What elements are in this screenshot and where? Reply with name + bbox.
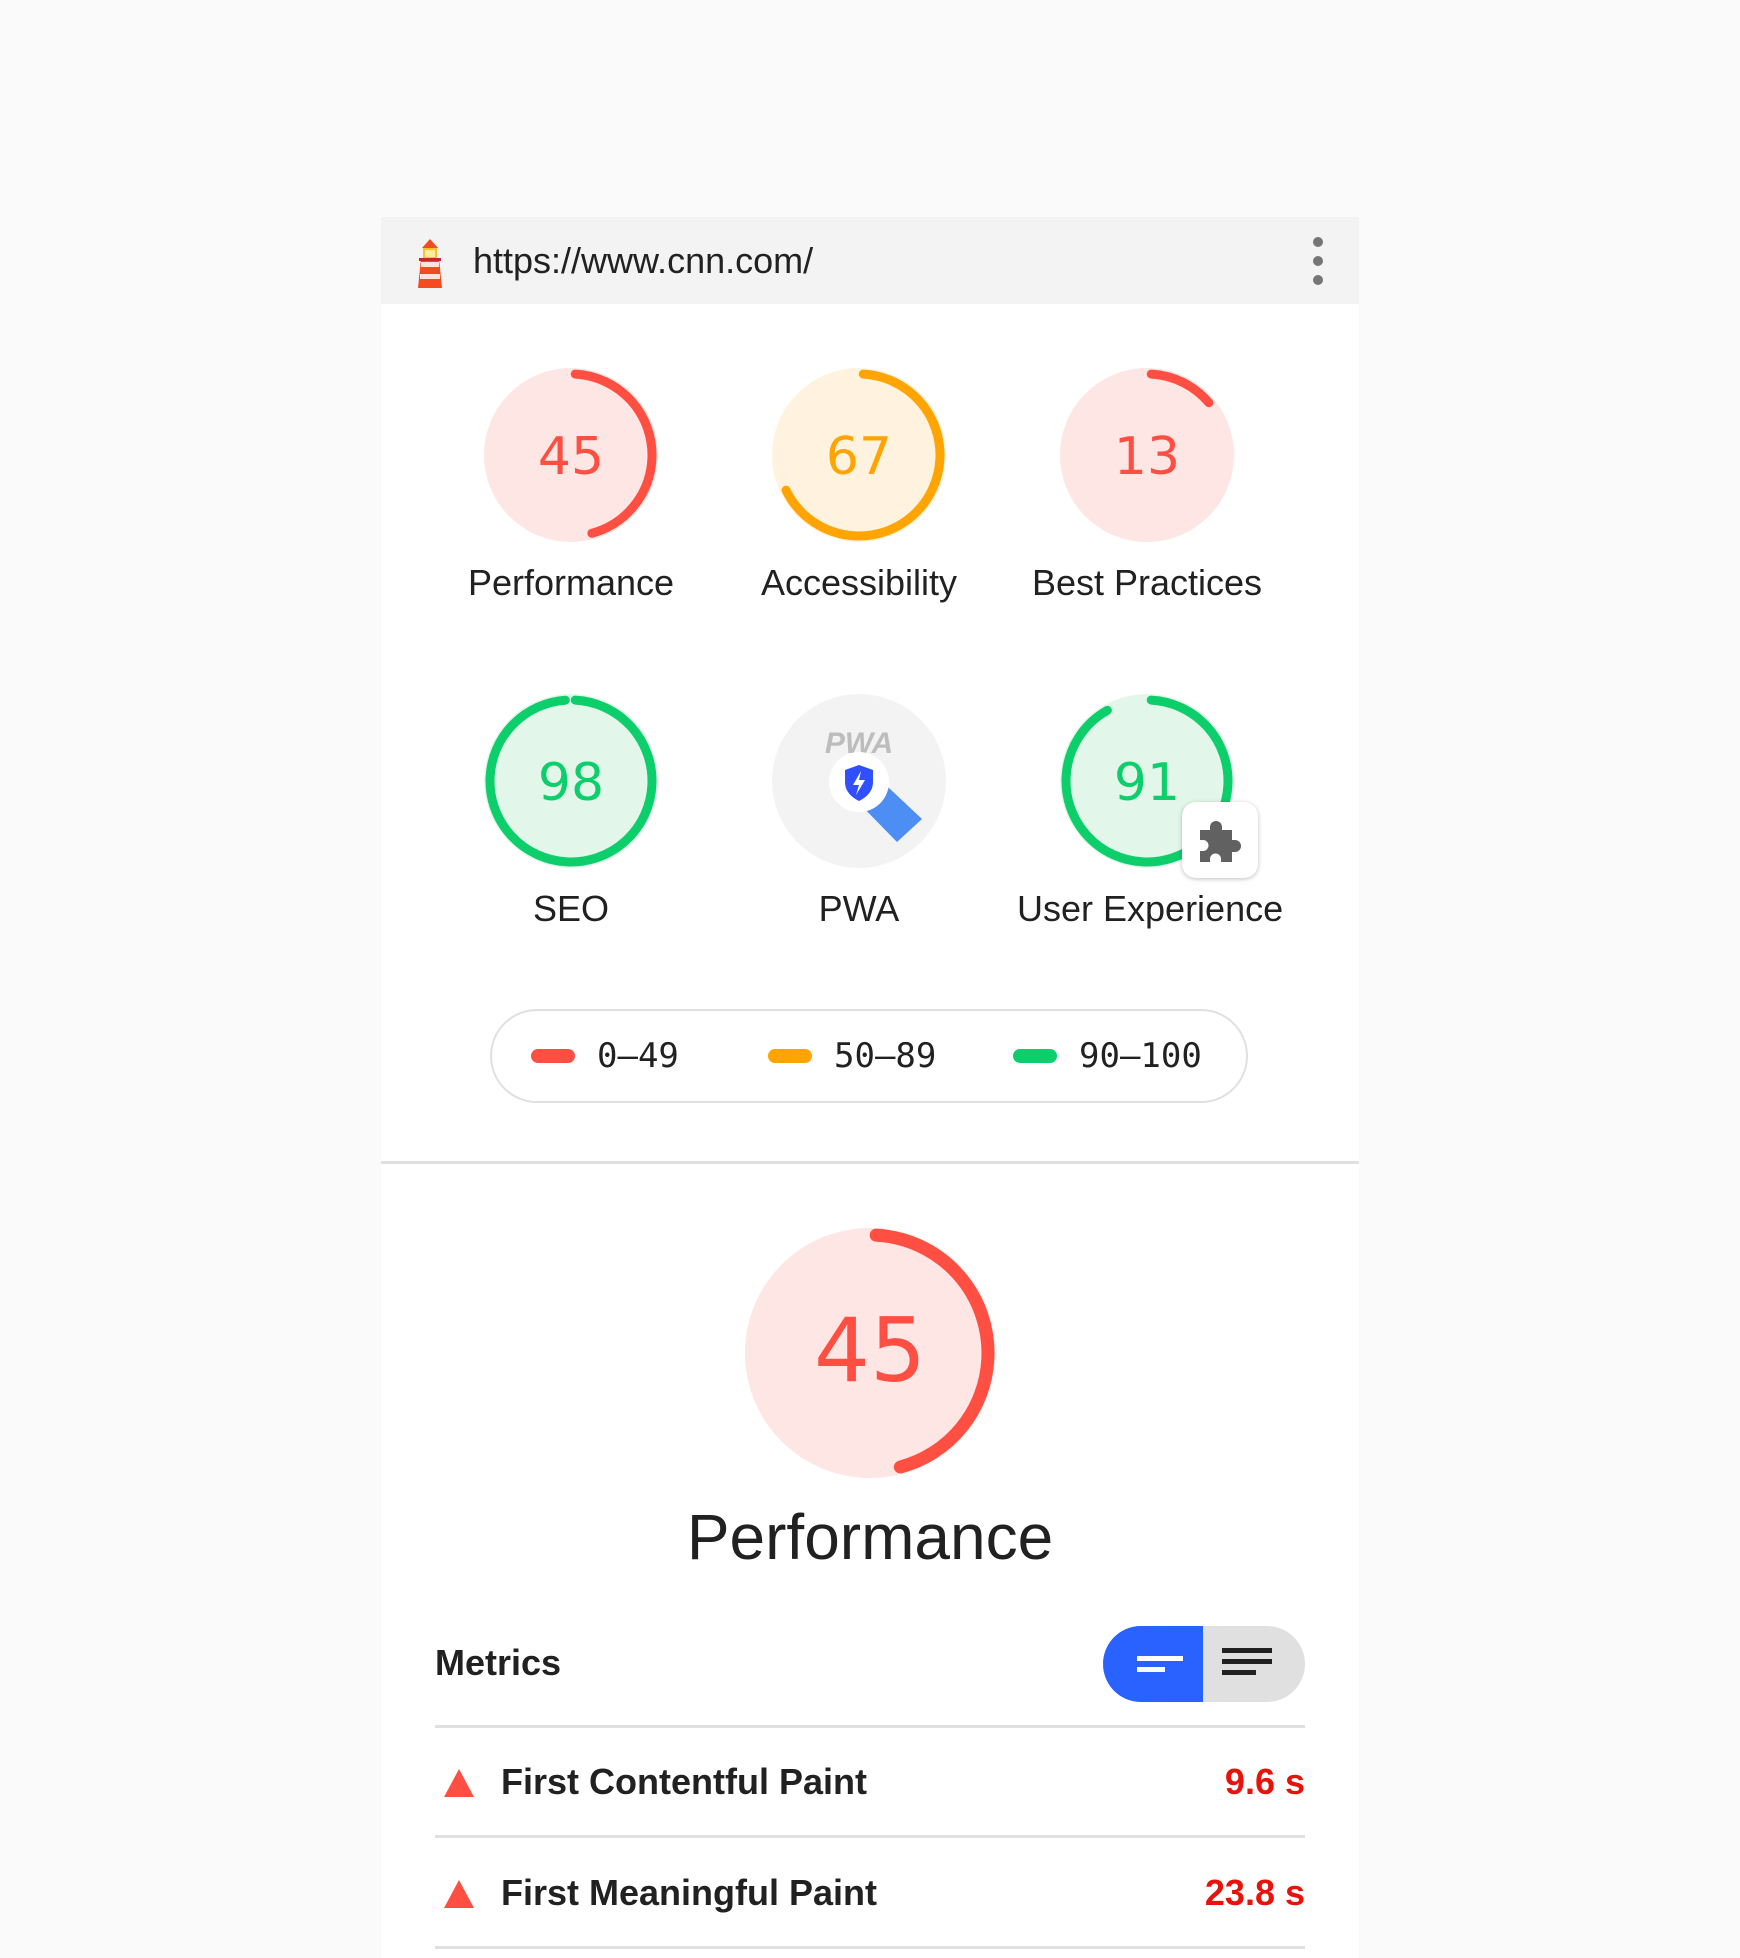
- gauge-dial: 67: [772, 368, 946, 542]
- fail-triangle-icon: [444, 1880, 474, 1908]
- expanded-view-button[interactable]: [1203, 1626, 1305, 1702]
- gauge-score: 98: [538, 753, 604, 813]
- legend-range: 90–100: [1079, 1036, 1202, 1076]
- metric-name: First Meaningful Paint: [501, 1872, 878, 1913]
- legend-swatch-fail: [531, 1049, 575, 1063]
- gauge-label: PWA: [818, 888, 900, 929]
- compact-view-button[interactable]: [1103, 1626, 1203, 1702]
- metric-row-fcp: First Contentful Paint 9.6 s: [435, 1730, 1305, 1838]
- metric-row-fmp: First Meaningful Paint 23.8 s: [435, 1841, 1305, 1949]
- gauge-label: User Experience: [1017, 888, 1284, 929]
- performance-main-score: 45: [814, 1299, 926, 1402]
- gauge-label: SEO: [532, 888, 610, 929]
- kebab-menu-icon[interactable]: [1303, 237, 1333, 285]
- lighthouse-report: https://www.cnn.com/ 45 Performance 67 Acce…: [381, 217, 1359, 1958]
- compact-view-icon: [1137, 1656, 1183, 1672]
- legend-range: 50–89: [834, 1036, 937, 1076]
- metrics-heading: Metrics: [435, 1642, 562, 1683]
- report-topbar: https://www.cnn.com/: [381, 217, 1359, 304]
- legend-item-pass: 90–100: [1013, 1011, 1202, 1101]
- metric-value: 23.8 s: [1204, 1872, 1305, 1913]
- fail-triangle-icon: [444, 1769, 474, 1797]
- gauge-dial: 98: [484, 694, 658, 868]
- gauge-score: 67: [826, 427, 892, 487]
- performance-section-title: Performance: [686, 1501, 1054, 1573]
- gauge-score: 45: [538, 427, 604, 487]
- metric-value: 9.6 s: [1224, 1761, 1305, 1802]
- puzzle-piece-icon: [1200, 821, 1241, 862]
- plugin-badge: [1182, 802, 1258, 878]
- metrics-divider: [435, 1725, 1305, 1728]
- score-legend: 0–49 50–89 90–100: [490, 1009, 1248, 1103]
- gauge-dial: 45: [484, 368, 658, 542]
- gauge-score: 91: [1114, 753, 1180, 813]
- metrics-divider: [435, 1946, 1305, 1949]
- gauge-label: Best Practices: [1031, 562, 1263, 603]
- metrics-view-toggle[interactable]: [1103, 1626, 1305, 1702]
- metric-name: First Contentful Paint: [501, 1761, 867, 1802]
- gauge-label: Accessibility: [760, 562, 958, 603]
- report-url: https://www.cnn.com/: [473, 240, 814, 281]
- gauge-best-practices[interactable]: 13 Best Practices: [1017, 365, 1277, 605]
- legend-item-fail: 0–49: [531, 1011, 679, 1101]
- gauge-dial: 13: [1060, 368, 1234, 542]
- metrics-divider: [435, 1835, 1305, 1838]
- gauge-seo[interactable]: 98 SEO: [441, 691, 701, 931]
- expanded-view-icon: [1222, 1648, 1272, 1675]
- legend-range: 0–49: [597, 1036, 679, 1076]
- performance-main-gauge[interactable]: 45: [734, 1217, 1006, 1489]
- gauge-pwa[interactable]: PWA PWA: [729, 691, 989, 931]
- gauge-dial: PWA: [772, 694, 946, 868]
- legend-item-average: 50–89: [768, 1011, 936, 1101]
- gauge-label: Performance: [467, 562, 675, 603]
- section-divider: [381, 1161, 1359, 1164]
- gauge-performance[interactable]: 45 Performance: [441, 365, 701, 605]
- legend-swatch-average: [768, 1049, 812, 1063]
- gauge-accessibility[interactable]: 67 Accessibility: [729, 365, 989, 605]
- legend-swatch-pass: [1013, 1049, 1057, 1063]
- lighthouse-icon: [418, 239, 442, 288]
- gauge-score: 13: [1114, 427, 1180, 487]
